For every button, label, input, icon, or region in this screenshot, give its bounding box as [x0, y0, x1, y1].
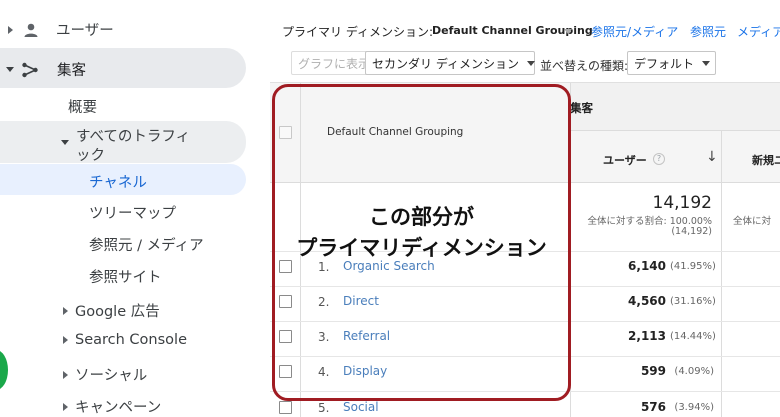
- users-percentage: (41.95%): [670, 261, 716, 272]
- sidebar-item-campaigns[interactable]: キャンペーン: [63, 396, 161, 417]
- expand-caret-icon: [8, 25, 13, 34]
- chevron-down-icon: [702, 60, 711, 66]
- sidebar-item-all-traffic[interactable]: すべてのトラフィ ック: [61, 128, 236, 166]
- acquisition-icon: [22, 62, 38, 77]
- chevron-down-icon: [564, 29, 572, 34]
- users-total-paren: (14,192): [671, 226, 712, 237]
- metric-header-row: [570, 131, 780, 183]
- new-users-column-header[interactable]: 新規ユ: [752, 152, 780, 168]
- help-icon[interactable]: ?: [653, 153, 665, 165]
- row-checkbox[interactable]: [279, 401, 292, 414]
- collapse-caret-icon: [6, 67, 14, 72]
- sidebar-item-label: すべてのトラフィ ック: [76, 128, 236, 166]
- users-column-header[interactable]: ユーザー: [603, 152, 647, 168]
- primary-dimension-bar: プライマリ ディメンション: Default Channel Grouping …: [270, 0, 780, 45]
- table-toolbar: グラフに表示 セカンダリ ディメンション 並べ替えの種類: デフォルト: [270, 45, 780, 83]
- expand-caret-icon: [63, 306, 68, 315]
- sidebar-item-label: ユーザー: [56, 23, 114, 39]
- users-total-percentage: 全体に対する割合: 100.00%: [587, 216, 713, 227]
- sort-type-label: 並べ替えの種類:: [540, 59, 629, 73]
- sidebar-item-label: 参照元 / メディア: [89, 238, 204, 254]
- sidebar-item-label: 参照サイト: [89, 270, 162, 286]
- sidebar-item-label: ツリーマップ: [89, 206, 176, 222]
- users-percentage: (31.16%): [670, 296, 716, 307]
- sidebar-item-channels[interactable]: チャネル: [89, 171, 147, 192]
- sidebar-item-label: 概要: [68, 100, 97, 116]
- secondary-dimension-dropdown[interactable]: セカンダリ ディメンション: [365, 51, 535, 75]
- row-rank: 5.: [318, 401, 330, 415]
- sort-type-value: デフォルト: [634, 56, 695, 71]
- sidebar-item-label-line1: すべてのトラフィ: [76, 129, 191, 145]
- sidebar-item-label: ソーシャル: [75, 368, 148, 384]
- sort-descending-icon[interactable]: ↓: [706, 149, 718, 165]
- acquisition-group-header: [570, 83, 780, 131]
- users-value: 4,560: [628, 294, 666, 308]
- person-icon: [24, 23, 38, 37]
- sidebar-item-source-medium[interactable]: 参照元 / メディア: [89, 234, 204, 255]
- sidebar-item-label: Google 広告: [75, 304, 160, 320]
- dimension-link-source-medium[interactable]: 参照元/メディア: [591, 23, 678, 40]
- sidebar-item-treemaps[interactable]: ツリーマップ: [89, 202, 176, 223]
- users-value: 6,140: [628, 259, 666, 273]
- sidebar-item-overview[interactable]: 概要: [68, 96, 97, 117]
- sidebar-item-acquisition[interactable]: 集客: [6, 59, 86, 80]
- annotation-line1: この部分が: [369, 205, 474, 229]
- annotation-caption: この部分が プライマリディメンション: [272, 202, 571, 264]
- new-users-total-label: 全体に対: [733, 216, 772, 227]
- acquisition-group-label: 集客: [570, 101, 593, 115]
- sidebar-item-label: キャンペーン: [75, 400, 162, 416]
- users-percentage: (4.09%): [674, 366, 714, 377]
- sidebar-item-google-ads[interactable]: Google 広告: [63, 300, 160, 321]
- chevron-down-icon: [526, 60, 535, 66]
- channel-link[interactable]: Social: [343, 400, 379, 414]
- annotation-line2: プライマリディメンション: [296, 236, 547, 260]
- collapse-caret-icon: [61, 140, 69, 145]
- users-value: 2,113: [628, 329, 666, 343]
- users-total-value: 14,192: [652, 193, 712, 213]
- feedback-fab-button[interactable]: [0, 350, 8, 390]
- sidebar-item-label: チャネル: [89, 175, 147, 191]
- expand-caret-icon: [63, 336, 68, 344]
- primary-dimension-label: プライマリ ディメンション:: [282, 25, 434, 39]
- left-nav-sidebar: ユーザー 集客 概要 すべてのトラフィ ック チャネル ツリーマップ 参照元 /…: [0, 0, 270, 417]
- secondary-dimension-label: セカンダリ ディメンション: [372, 56, 519, 71]
- plot-rows-label: グラフに表示: [298, 56, 371, 71]
- dimension-link-source[interactable]: 参照元: [690, 23, 726, 40]
- users-value: 576: [640, 400, 666, 414]
- sidebar-item-label-line2: ック: [76, 148, 105, 164]
- sort-type-dropdown[interactable]: デフォルト: [627, 51, 716, 75]
- sidebar-item-users[interactable]: ユーザー: [8, 19, 114, 40]
- expand-caret-icon: [63, 402, 68, 411]
- users-percentage: (14.44%): [670, 331, 716, 342]
- dimension-link-medium[interactable]: メディア: [737, 23, 780, 40]
- column-divider: [721, 131, 722, 417]
- expand-caret-icon: [63, 370, 68, 379]
- users-percentage: (3.94%): [674, 402, 714, 413]
- sidebar-item-search-console[interactable]: Search Console: [63, 332, 187, 348]
- users-value: 599: [640, 364, 666, 378]
- sidebar-item-label: Search Console: [75, 332, 187, 348]
- sidebar-item-label: 集客: [57, 63, 86, 79]
- sidebar-item-referrals[interactable]: 参照サイト: [89, 266, 162, 287]
- sidebar-item-social[interactable]: ソーシャル: [63, 364, 147, 385]
